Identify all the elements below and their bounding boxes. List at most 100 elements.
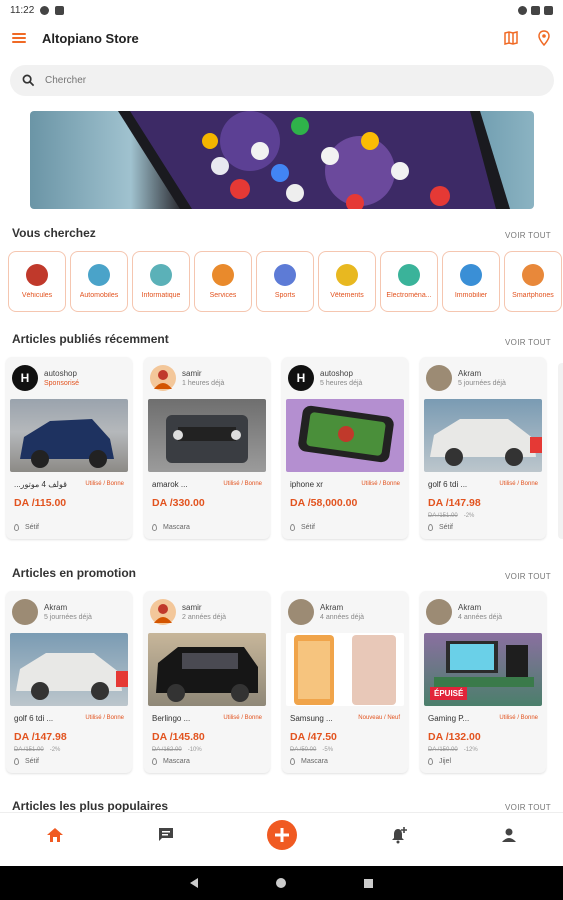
promo-see-all[interactable]: VOIR TOUT <box>505 572 551 581</box>
map-icon[interactable] <box>503 30 519 46</box>
category-automobiles[interactable]: Automobiles <box>70 251 128 312</box>
home-circle-icon[interactable] <box>275 877 287 889</box>
category-vehicules[interactable]: Véhicules <box>8 251 66 312</box>
category-label: Smartphones <box>512 292 554 299</box>
product-image <box>10 399 128 472</box>
discount-percent: -2% <box>463 513 475 519</box>
old-price: DA /151.00 <box>14 747 44 753</box>
wifi-icon <box>518 5 527 15</box>
avatar: H <box>12 365 38 391</box>
product-title: Samsung ... <box>290 714 333 723</box>
popular-title: Articles les plus populaires <box>12 799 169 813</box>
product-title: ...قولف 4 موتور <box>14 480 67 489</box>
product-card[interactable]: Akram 5 journées déjà golf 6 tdi ... Util… <box>6 591 132 773</box>
location: Sétif <box>25 758 40 765</box>
search-bar[interactable] <box>10 65 554 96</box>
computer-icon <box>150 264 172 286</box>
category-vetements[interactable]: Vêtements <box>318 251 376 312</box>
product-card[interactable]: Akram 4 années déjà Samsung ... Nouveau /… <box>282 591 408 773</box>
category-label: Electroména... <box>386 292 432 299</box>
product-card[interactable]: Hautoshop 5 heures déjà iphone xr Utilisé… <box>282 357 408 539</box>
product-card[interactable]: Hautoshop Sponsorisé ...قولف 4 موتور Util… <box>6 357 132 539</box>
signal-icon <box>531 5 540 15</box>
category-immobilier[interactable]: Immobilier <box>442 251 500 312</box>
services-icon <box>212 264 234 286</box>
back-icon[interactable] <box>189 877 199 889</box>
recent-see-all[interactable]: VOIR TOUT <box>505 338 551 347</box>
location: Mascara <box>163 524 190 531</box>
condition-label: Utilisé / Bonne <box>85 481 124 487</box>
price: DA /147.98 <box>14 731 67 743</box>
status-time: 11:22 <box>10 4 35 16</box>
popular-see-all[interactable]: VOIR TOUT <box>505 803 551 812</box>
house-icon <box>460 264 482 286</box>
discount-percent: -10% <box>187 747 202 753</box>
product-card[interactable]: Akram 4 années déjà ÉPUISÉ Gaming P... Ut… <box>420 591 546 773</box>
category-list: Véhicules Automobiles Informatique Servi… <box>8 251 562 312</box>
promo-list: Akram 5 journées déjà golf 6 tdi ... Util… <box>6 591 546 773</box>
category-electromenager[interactable]: Electroména... <box>380 251 438 312</box>
add-listing-button[interactable] <box>267 819 298 850</box>
post-time: 4 années déjà <box>458 614 502 621</box>
product-card[interactable]: samir 1 heures déjà amarok ... Utilisé / … <box>144 357 270 539</box>
messages-icon[interactable] <box>157 827 175 843</box>
discount-percent: -2% <box>49 747 61 753</box>
product-card[interactable]: Akram 5 journées déjà golf 6 tdi ... Util… <box>420 357 546 539</box>
location: Mascara <box>163 758 190 765</box>
bottom-navigation <box>0 812 563 856</box>
product-card[interactable]: samir 2 années déjà Berlingo ... Utilisé … <box>144 591 270 773</box>
product-image: ÉPUISÉ <box>424 633 542 706</box>
seller-name: autoshop <box>320 369 353 378</box>
avatar <box>12 599 38 625</box>
old-price: DA /162.00 <box>152 747 182 753</box>
sim-icon <box>55 5 65 15</box>
app-notification-icon <box>40 5 50 15</box>
avatar <box>150 365 176 391</box>
price: DA /145.80 <box>152 731 205 743</box>
recents-icon[interactable] <box>363 878 374 889</box>
location: Mascara <box>301 758 328 765</box>
home-icon[interactable] <box>46 827 64 843</box>
location-icon <box>428 524 433 531</box>
price: DA /47.50 <box>290 731 337 743</box>
condition-label: Utilisé / Bonne <box>85 715 124 721</box>
location-icon <box>428 758 433 765</box>
category-label: Informatique <box>141 292 181 299</box>
promo-banner[interactable] <box>30 111 534 209</box>
plus-icon <box>275 827 290 842</box>
category-label: Sports <box>274 292 296 299</box>
recent-title: Articles publiés récemment <box>12 332 169 346</box>
sports-icon <box>274 264 296 286</box>
profile-icon[interactable] <box>501 827 517 843</box>
location-icon <box>14 524 19 531</box>
product-image <box>286 633 404 706</box>
looking-for-see-all[interactable]: VOIR TOUT <box>505 231 551 240</box>
recent-list: Hautoshop Sponsorisé ...قولف 4 موتور Util… <box>6 357 546 539</box>
product-title: iphone xr <box>290 480 323 489</box>
location-icon <box>290 524 295 531</box>
avatar <box>426 599 452 625</box>
search-input[interactable] <box>45 75 445 86</box>
avatar <box>150 599 176 625</box>
notifications-icon[interactable] <box>390 826 408 844</box>
category-label: Vêtements <box>330 292 364 299</box>
post-time: 5 heures déjà <box>320 380 363 387</box>
banner-image <box>118 111 510 209</box>
location-pin-icon[interactable] <box>537 30 551 46</box>
location: Sétif <box>25 524 40 531</box>
avatar <box>288 599 314 625</box>
menu-icon[interactable] <box>12 33 26 43</box>
clothes-icon <box>336 264 358 286</box>
price: DA /147.98 <box>428 497 481 509</box>
condition-label: Utilisé / Bonne <box>223 481 262 487</box>
discount-percent: -5% <box>322 747 334 753</box>
condition-label: Utilisé / Bonne <box>499 715 538 721</box>
appliance-icon <box>398 264 420 286</box>
price: DA /115.00 <box>14 497 67 509</box>
category-smartphones[interactable]: Smartphones <box>504 251 562 312</box>
category-informatique[interactable]: Informatique <box>132 251 190 312</box>
category-sports[interactable]: Sports <box>256 251 314 312</box>
app-bar: Altopiano Store <box>0 22 563 54</box>
product-title: amarok ... <box>152 480 188 489</box>
category-services[interactable]: Services <box>194 251 252 312</box>
